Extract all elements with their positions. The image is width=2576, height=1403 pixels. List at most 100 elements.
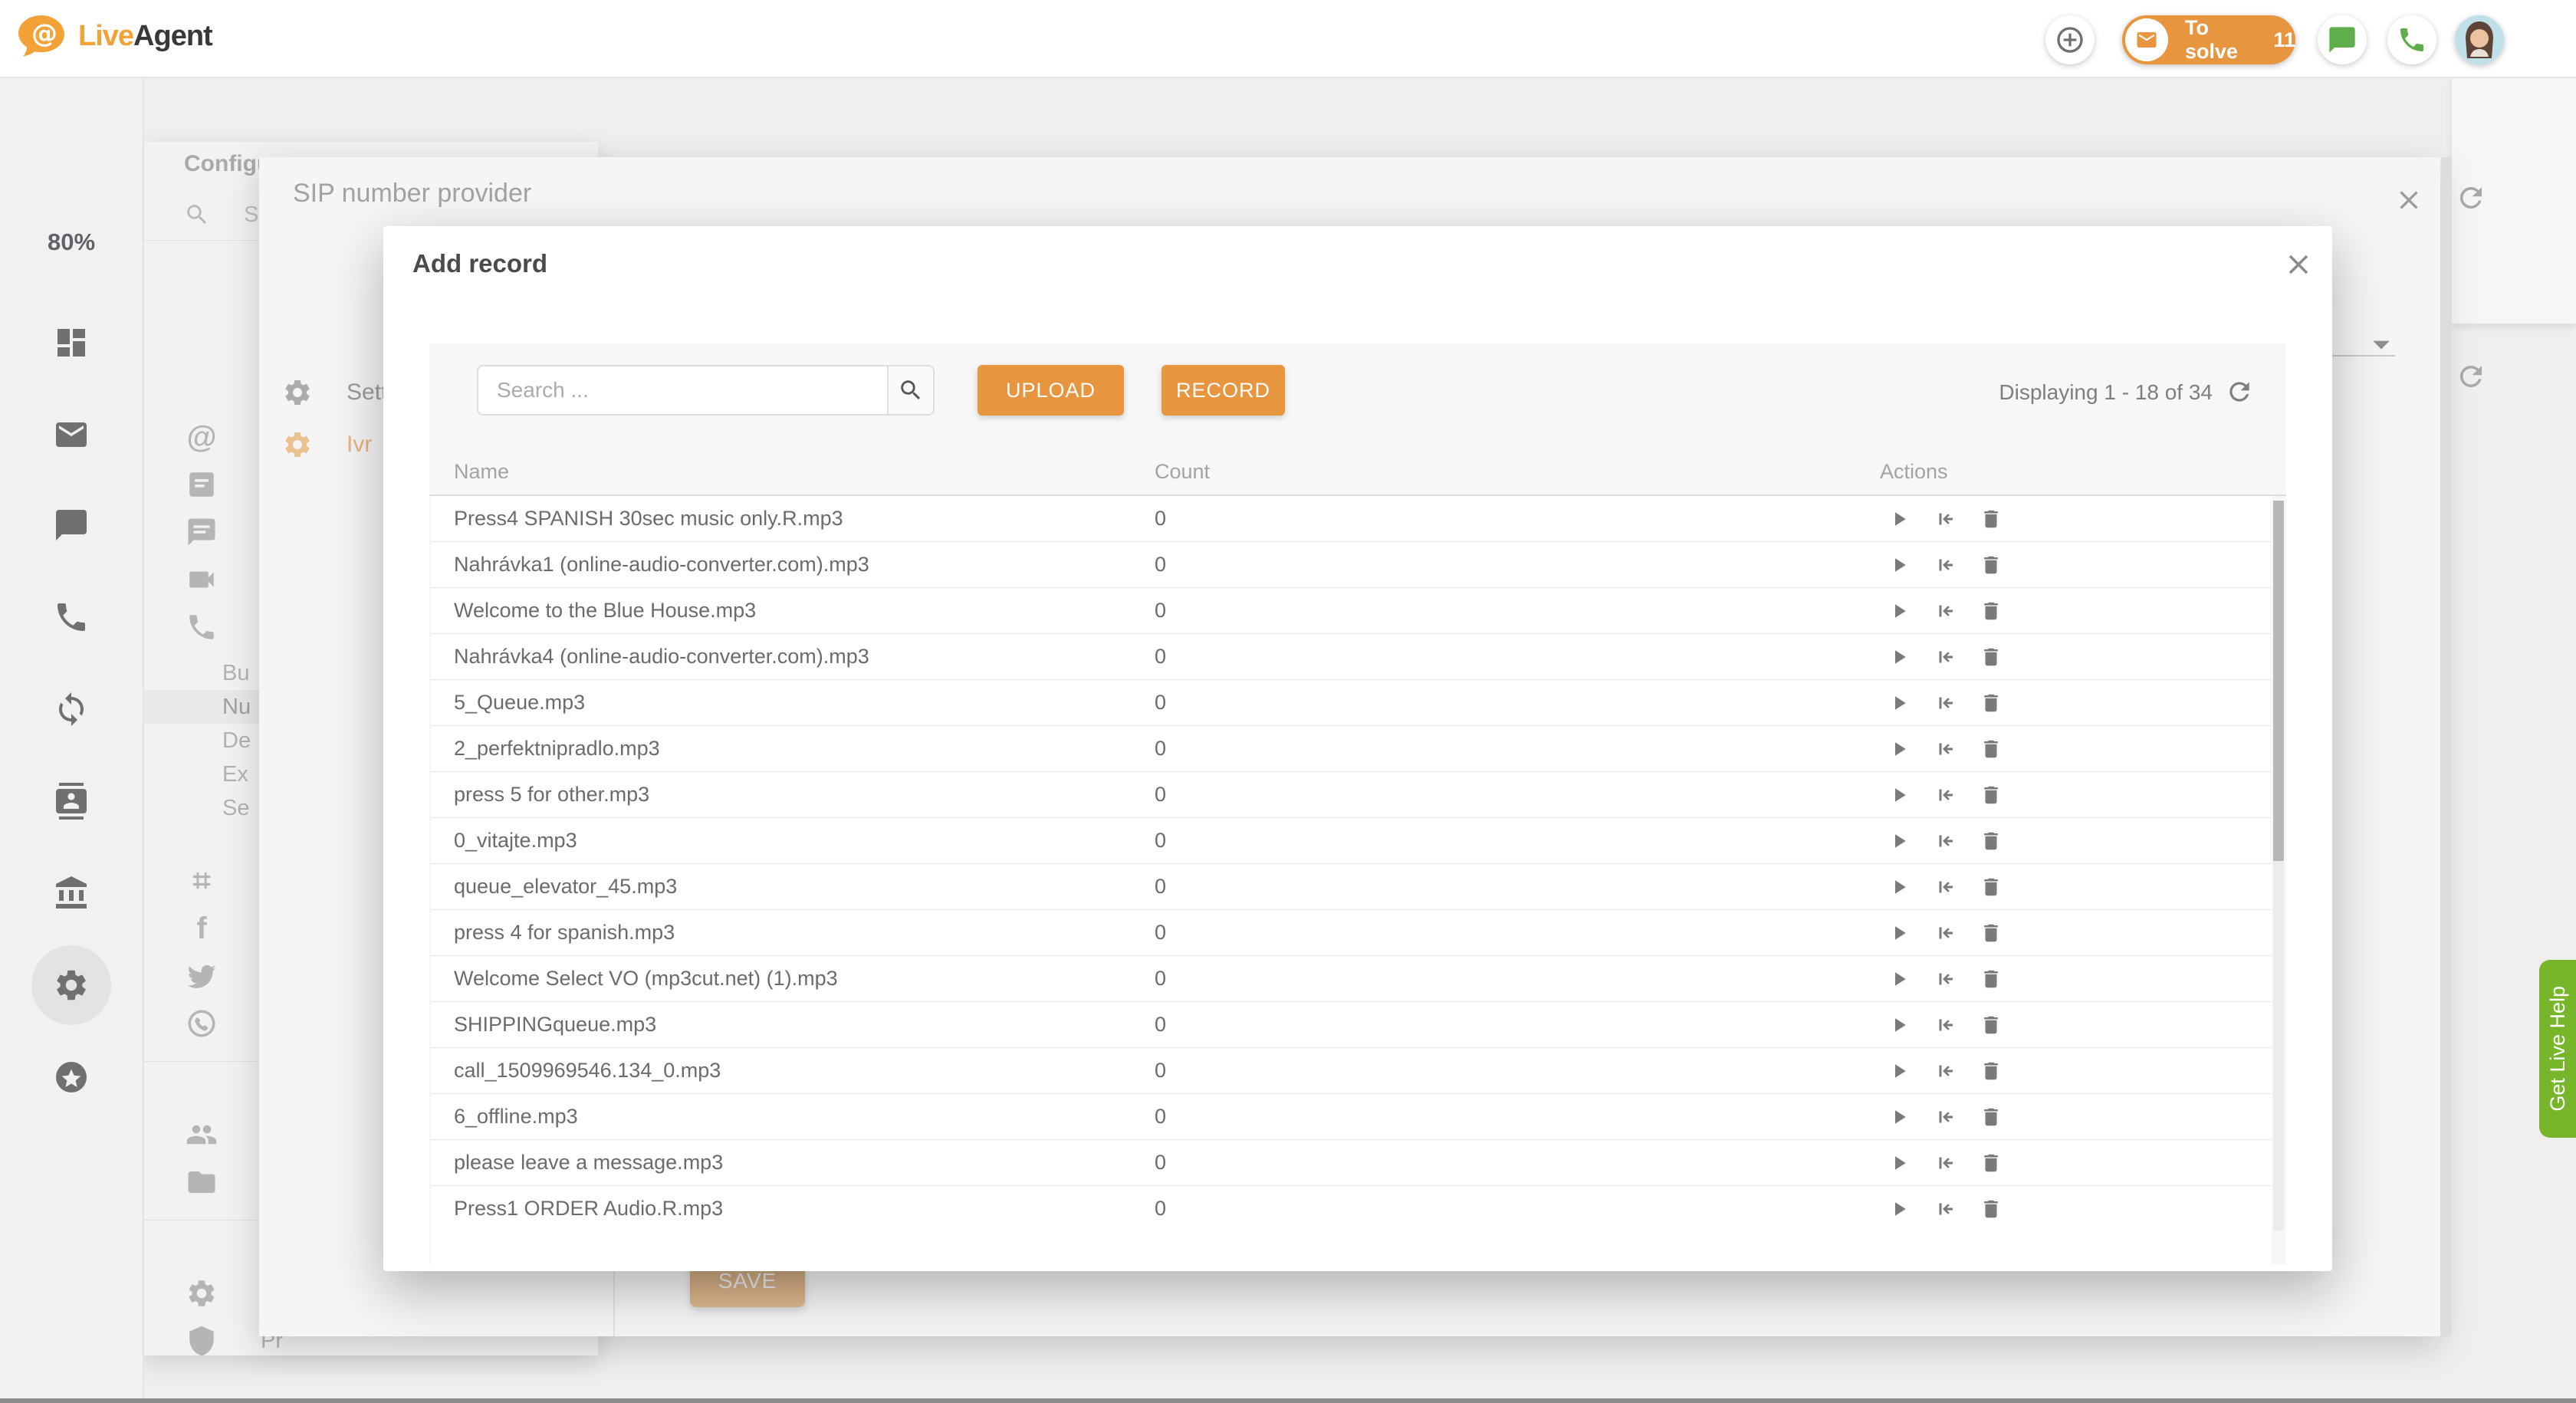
list-refresh-button[interactable] — [2455, 360, 2487, 393]
get-live-help-tab[interactable]: Get Live Help — [2539, 960, 2576, 1138]
sidebar-item-mail[interactable] — [0, 413, 143, 456]
trash-button[interactable] — [1978, 552, 2004, 578]
sidebar-item-phone[interactable] — [0, 596, 143, 639]
user-avatar[interactable] — [2455, 15, 2504, 64]
sidebar-item-contacts[interactable] — [0, 780, 143, 823]
top-bar: @ LiveAgent To solve 11 — [0, 0, 2576, 78]
phone-icon — [186, 611, 218, 643]
trash-button[interactable] — [1978, 736, 2004, 762]
chat-icon — [2327, 25, 2358, 55]
phone-icon — [53, 599, 90, 636]
skip-start-button[interactable] — [1932, 690, 1958, 716]
sidebar-item-gear[interactable] — [0, 945, 143, 1025]
calls-button[interactable] — [2387, 15, 2436, 64]
trash-button[interactable] — [1978, 1104, 2004, 1130]
play-button[interactable] — [1886, 736, 1912, 762]
skip-start-button[interactable] — [1932, 506, 1958, 532]
play-button[interactable] — [1886, 782, 1912, 808]
skip-start-button[interactable] — [1932, 1104, 1958, 1130]
skip-start-icon — [1934, 1106, 1957, 1129]
skip-start-button[interactable] — [1932, 736, 1958, 762]
skip-start-button[interactable] — [1932, 1196, 1958, 1222]
skip-start-icon — [1934, 1198, 1957, 1221]
table-row: Press1 ORDER Audio.R.mp30 — [431, 1186, 2272, 1232]
liveagent-logo[interactable]: @ LiveAgent — [17, 14, 212, 58]
sidebar-item-star-circle[interactable] — [0, 1056, 143, 1099]
table-refresh-button[interactable] — [2225, 377, 2254, 406]
trash-icon — [1980, 508, 2003, 531]
play-button[interactable] — [1886, 1012, 1912, 1038]
search-input[interactable] — [477, 365, 887, 416]
phone-icon — [2397, 25, 2427, 55]
video-icon — [186, 564, 218, 596]
add-new-button[interactable] — [2045, 15, 2095, 64]
trash-button[interactable] — [1978, 506, 2004, 532]
skip-start-icon — [1934, 554, 1957, 577]
sidebar-item-dashboard[interactable] — [0, 321, 143, 364]
close-button[interactable] — [2280, 246, 2317, 283]
chats-button[interactable] — [2318, 15, 2367, 64]
record-name: Press4 SPANISH 30sec music only.R.mp3 — [454, 496, 843, 541]
play-button[interactable] — [1886, 690, 1912, 716]
sidebar-item-bank[interactable] — [0, 872, 143, 915]
skip-start-button[interactable] — [1932, 782, 1958, 808]
chatline-icon — [186, 516, 218, 548]
play-button[interactable] — [1886, 966, 1912, 992]
skip-start-button[interactable] — [1932, 552, 1958, 578]
upload-button[interactable]: UPLOAD — [978, 365, 1124, 416]
skip-start-button[interactable] — [1932, 644, 1958, 670]
skip-start-button[interactable] — [1932, 874, 1958, 900]
sidebar-item-chat[interactable] — [0, 504, 143, 547]
logo-text: LiveAgent — [78, 20, 212, 53]
play-button[interactable] — [1886, 552, 1912, 578]
trash-button[interactable] — [1978, 644, 2004, 670]
skip-start-button[interactable] — [1932, 920, 1958, 946]
trash-button[interactable] — [1978, 828, 2004, 854]
trash-button[interactable] — [1978, 598, 2004, 624]
skip-start-button[interactable] — [1932, 1150, 1958, 1176]
skip-start-button[interactable] — [1932, 1058, 1958, 1084]
skip-start-icon — [1934, 692, 1957, 715]
mail-icon — [53, 416, 90, 453]
trash-button[interactable] — [1978, 1058, 2004, 1084]
trash-button[interactable] — [1978, 782, 2004, 808]
trash-button[interactable] — [1978, 1012, 2004, 1038]
trash-button[interactable] — [1978, 1196, 2004, 1222]
skip-start-button[interactable] — [1932, 828, 1958, 854]
record-count: 0 — [1155, 864, 1166, 909]
play-button[interactable] — [1886, 506, 1912, 532]
close-button[interactable] — [2392, 183, 2426, 217]
play-button[interactable] — [1886, 598, 1912, 624]
play-button[interactable] — [1886, 644, 1912, 670]
sidebar-item-sync[interactable] — [0, 688, 143, 731]
play-button[interactable] — [1886, 1058, 1912, 1084]
trash-button[interactable] — [1978, 920, 2004, 946]
avatar-image — [2455, 15, 2504, 64]
play-button[interactable] — [1886, 920, 1912, 946]
provider-select[interactable] — [2361, 324, 2401, 364]
search-button[interactable] — [887, 365, 935, 416]
play-button[interactable] — [1886, 828, 1912, 854]
skip-start-button[interactable] — [1932, 966, 1958, 992]
trash-button[interactable] — [1978, 1150, 2004, 1176]
table-scrollbar-thumb[interactable] — [2273, 501, 2284, 861]
trash-icon — [1980, 1014, 2003, 1037]
trash-button[interactable] — [1978, 690, 2004, 716]
config-subitem-label: Bu — [222, 661, 249, 686]
skip-start-button[interactable] — [1932, 1012, 1958, 1038]
skip-start-button[interactable] — [1932, 598, 1958, 624]
sip-nav-ivr[interactable]: Ivr — [282, 420, 372, 469]
page-scrollbar[interactable] — [2441, 157, 2452, 1336]
to-solve-button[interactable]: To solve 11 — [2122, 15, 2295, 64]
play-button[interactable] — [1886, 1196, 1912, 1222]
play-button[interactable] — [1886, 1150, 1912, 1176]
record-count: 0 — [1155, 542, 1166, 587]
page-refresh-button[interactable] — [2455, 182, 2487, 214]
record-button[interactable]: RECORD — [1162, 365, 1285, 416]
trash-button[interactable] — [1978, 874, 2004, 900]
play-button[interactable] — [1886, 874, 1912, 900]
play-button[interactable] — [1886, 1104, 1912, 1130]
trash-button[interactable] — [1978, 966, 2004, 992]
table-row: Welcome to the Blue House.mp30 — [431, 588, 2272, 634]
table-scrollbar[interactable] — [2273, 501, 2284, 1230]
